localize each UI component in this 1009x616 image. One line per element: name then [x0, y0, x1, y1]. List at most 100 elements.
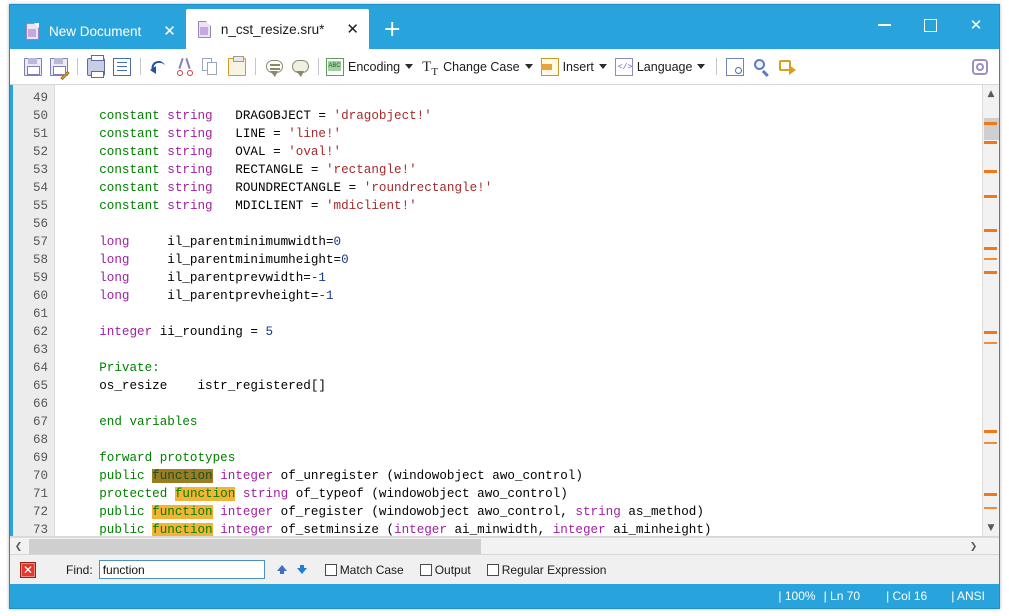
code-token: as_method) — [621, 505, 704, 519]
print-button[interactable] — [83, 54, 109, 80]
code-token: constant — [99, 163, 159, 177]
change-case-menu[interactable]: TT Change Case — [419, 54, 538, 80]
code-token: 0 — [334, 235, 342, 249]
code-line: public function integer of_setminsize (i… — [69, 521, 982, 536]
search-match-marker[interactable] — [984, 442, 997, 444]
search-match-marker[interactable] — [984, 122, 997, 125]
goto-button[interactable] — [774, 54, 800, 80]
regular-expression-checkbox[interactable]: Regular Expression — [487, 563, 607, 577]
code-token: public — [99, 505, 144, 519]
code-line: constant string RECTANGLE = 'rectangle!' — [69, 161, 982, 179]
search-match-marker[interactable] — [984, 141, 997, 144]
encoding-menu[interactable]: ABC Encoding — [324, 54, 419, 80]
magnifier-icon — [752, 58, 770, 76]
document-search-button[interactable] — [722, 54, 748, 80]
line-number: 67 — [13, 413, 54, 431]
tab-new-document[interactable]: New Document ✕ — [14, 13, 186, 49]
horizontal-scrollbar-thumb[interactable] — [29, 539, 481, 554]
find-input[interactable] — [99, 560, 265, 579]
find-button[interactable] — [748, 54, 774, 80]
new-tab-button[interactable]: + — [369, 19, 415, 49]
code-token: string — [167, 199, 212, 213]
close-find-bar-button[interactable]: ✕ — [20, 562, 36, 578]
search-match-marker[interactable] — [984, 271, 997, 274]
line-number: 72 — [13, 503, 54, 521]
chevron-down-icon — [599, 64, 607, 69]
insert-icon — [541, 58, 559, 76]
search-match-marker[interactable] — [984, 247, 997, 250]
output-checkbox[interactable]: Output — [420, 563, 471, 577]
search-match-marker[interactable] — [984, 170, 997, 173]
status-encoding: | ANSI — [951, 589, 985, 603]
toolbar-separator — [716, 58, 717, 75]
close-button[interactable]: ✕ — [953, 5, 999, 45]
copy-button[interactable] — [198, 54, 224, 80]
line-number: 50 — [13, 107, 54, 125]
search-match-marker[interactable] — [984, 507, 997, 509]
code-token: long — [99, 235, 129, 249]
search-match-marker[interactable] — [984, 331, 997, 334]
find-previous-button[interactable] — [275, 563, 289, 576]
document-icon — [198, 21, 213, 38]
scroll-right-button[interactable]: ❯ — [965, 538, 982, 555]
save-as-button[interactable] — [46, 54, 72, 80]
code-line: integer ii_rounding = 5 — [69, 323, 982, 341]
code-line — [69, 431, 982, 449]
window-controls: ✕ — [861, 5, 999, 45]
status-zoom: | 100% — [778, 589, 815, 603]
tab-n-cst-resize[interactable]: n_cst_resize.sru* ✕ — [186, 9, 369, 49]
line-number: 66 — [13, 395, 54, 413]
comment-button[interactable] — [261, 54, 287, 80]
horizontal-scrollbar[interactable]: ❮ ❯ — [10, 537, 999, 554]
code-token: end variables — [99, 415, 197, 429]
code-line: constant string MDICLIENT = 'mdiclient!' — [69, 197, 982, 215]
line-number: 65 — [13, 377, 54, 395]
code-line: end variables — [69, 413, 982, 431]
find-next-button[interactable] — [295, 563, 309, 576]
search-match-marker[interactable] — [984, 195, 997, 198]
scroll-left-button[interactable]: ❮ — [10, 538, 27, 555]
settings-gear-button[interactable] — [967, 54, 993, 80]
tab-close-icon[interactable]: ✕ — [163, 24, 176, 39]
save-as-icon — [50, 58, 68, 76]
code-token: string — [167, 181, 212, 195]
maximize-button[interactable] — [907, 5, 953, 45]
checkbox-box[interactable] — [325, 564, 337, 576]
code-view[interactable]: constant string DRAGOBJECT = 'dragobject… — [55, 85, 982, 536]
search-match-marker[interactable] — [984, 430, 997, 433]
checkbox-box[interactable] — [420, 564, 432, 576]
search-match-marker[interactable] — [984, 493, 997, 496]
code-token: OVAL = — [213, 145, 289, 159]
horizontal-scroll-track[interactable] — [27, 538, 965, 554]
search-match-marker[interactable] — [984, 258, 997, 260]
language-menu[interactable]: </> Language — [613, 54, 712, 80]
minimize-button[interactable] — [861, 5, 907, 45]
undo-button[interactable] — [146, 54, 172, 80]
uncomment-button[interactable] — [287, 54, 313, 80]
cut-button[interactable] — [172, 54, 198, 80]
scroll-up-button[interactable]: ▲ — [983, 85, 999, 102]
insert-menu[interactable]: Insert — [539, 54, 613, 80]
vertical-scrollbar[interactable]: ▲ ▼ — [982, 85, 999, 536]
code-token — [69, 271, 99, 285]
line-number: 56 — [13, 215, 54, 233]
tab-close-icon[interactable]: ✕ — [346, 22, 359, 37]
code-token: MDICLIENT = — [213, 199, 326, 213]
paste-button[interactable] — [224, 54, 250, 80]
code-token: string — [167, 127, 212, 141]
checkbox-box[interactable] — [487, 564, 499, 576]
code-token: constant — [99, 127, 159, 141]
change-case-label: Change Case — [443, 60, 519, 74]
code-token: ii_rounding = — [152, 325, 265, 339]
print-preview-button[interactable] — [109, 54, 135, 80]
scroll-down-button[interactable]: ▼ — [983, 519, 999, 536]
code-token: of_setminsize ( — [273, 523, 394, 536]
search-match-marker[interactable] — [984, 342, 997, 344]
save-button[interactable] — [20, 54, 46, 80]
code-token: RECTANGLE = — [213, 163, 326, 177]
chevron-down-icon — [525, 64, 533, 69]
clipboard-icon — [228, 58, 246, 76]
code-token: of_unregister (windowobject awo_control) — [273, 469, 583, 483]
search-match-marker[interactable] — [984, 229, 997, 232]
match-case-checkbox[interactable]: Match Case — [325, 563, 404, 577]
